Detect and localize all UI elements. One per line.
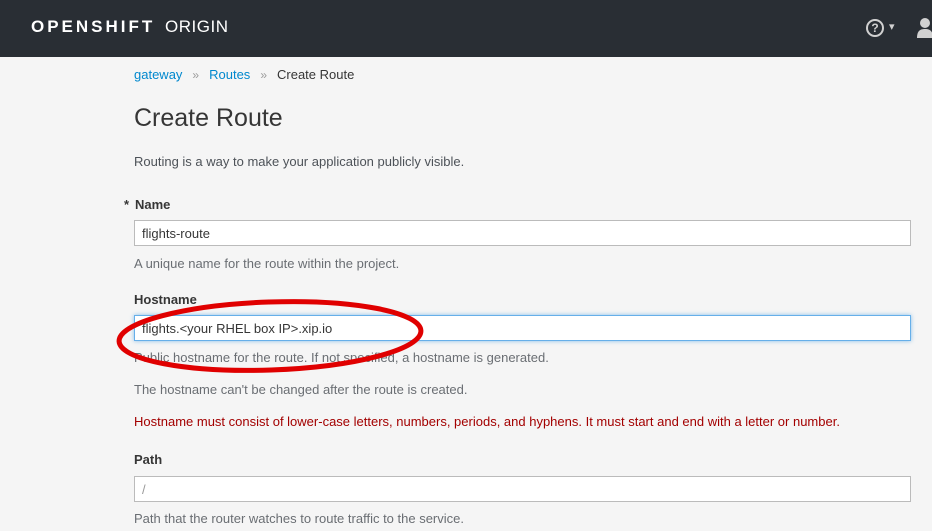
name-help-text: A unique name for the route within the p… <box>134 256 400 271</box>
help-menu-button[interactable]: ? ▾ <box>866 18 895 38</box>
breadcrumb-separator: » <box>260 68 267 82</box>
hostname-help-text: Public hostname for the route. If not sp… <box>134 350 549 365</box>
user-menu-button[interactable] <box>917 17 932 39</box>
hostname-immutable-note: The hostname can't be changed after the … <box>134 382 468 397</box>
brand-logo[interactable]: OPENSHIFT ORIGIN <box>31 17 228 37</box>
caret-down-icon: ▾ <box>889 21 895 33</box>
hostname-input[interactable] <box>134 315 911 341</box>
help-icon: ? <box>866 19 884 37</box>
breadcrumb: gateway » Routes » Create Route <box>134 67 354 82</box>
page-title: Create Route <box>134 104 283 132</box>
top-navbar: OPENSHIFT ORIGIN ? ▾ <box>0 0 932 57</box>
breadcrumb-separator: » <box>192 68 200 82</box>
hostname-label: Hostname <box>134 292 197 307</box>
hostname-error-message: Hostname must consist of lower-case lett… <box>134 414 840 429</box>
breadcrumb-link-routes[interactable]: Routes <box>209 67 250 82</box>
user-icon <box>917 18 932 38</box>
page-description: Routing is a way to make your applicatio… <box>134 154 465 169</box>
path-input[interactable] <box>134 476 911 502</box>
breadcrumb-link-gateway[interactable]: gateway <box>134 67 182 82</box>
required-marker: * <box>124 197 130 212</box>
name-input[interactable] <box>134 220 911 246</box>
brand-edition: ORIGIN <box>165 17 229 36</box>
path-help-text: Path that the router watches to route tr… <box>134 511 464 526</box>
breadcrumb-current: Create Route <box>277 67 355 82</box>
name-label: Name <box>135 197 171 212</box>
path-label: Path <box>134 452 163 467</box>
brand-name: OPENSHIFT <box>31 17 156 36</box>
